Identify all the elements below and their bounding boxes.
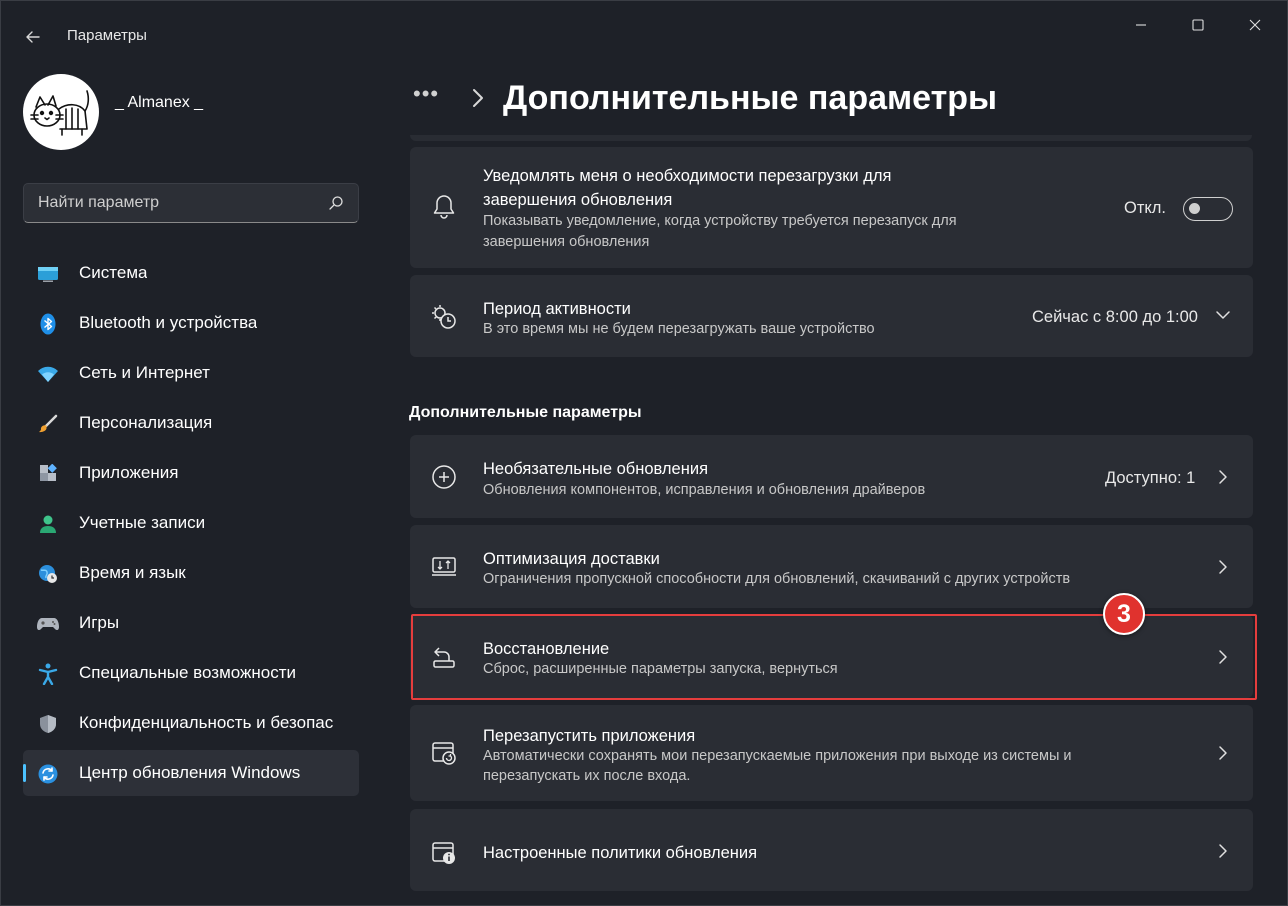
wifi-icon	[37, 363, 59, 385]
sidebar-item-label: Сеть и Интернет	[79, 363, 210, 382]
brush-icon	[37, 413, 59, 435]
sidebar-item-label: Система	[79, 263, 148, 282]
gamepad-icon	[37, 613, 59, 635]
chevron-right-icon	[1219, 470, 1227, 484]
card-desc: В это время мы не будем перезагружать ва…	[483, 321, 875, 337]
step-badge: 3	[1103, 593, 1145, 635]
update-policies-card[interactable]: Настроенные политики обновления	[410, 809, 1253, 891]
back-button[interactable]	[19, 23, 47, 51]
previous-card-edge	[410, 135, 1252, 141]
plus-circle-icon	[430, 463, 458, 491]
restart-apps-card[interactable]: Перезапустить приложения Автоматически с…	[410, 705, 1253, 801]
chevron-right-icon	[1219, 844, 1227, 858]
sidebar-item-gaming[interactable]: Игры	[23, 600, 359, 646]
breadcrumb-overflow-button[interactable]: •••	[413, 81, 439, 107]
sidebar-item-system[interactable]: Система	[23, 250, 359, 296]
search-icon[interactable]	[328, 195, 344, 211]
sidebar-item-privacy[interactable]: Конфиденциальность и безопас	[23, 700, 359, 746]
breadcrumb-chevron-icon	[473, 89, 483, 107]
active-hours-card[interactable]: Период активности В это время мы не буде…	[410, 275, 1253, 357]
sidebar-item-label: Игры	[79, 613, 120, 632]
back-arrow-icon	[26, 31, 40, 43]
card-desc: Сброс, расширенные параметры запуска, ве…	[483, 661, 838, 677]
sidebar-item-network[interactable]: Сеть и Интернет	[23, 350, 359, 396]
sidebar-item-personalization[interactable]: Персонализация	[23, 400, 359, 446]
sidebar-item-label: Время и язык	[79, 563, 186, 582]
card-title: Перезапустить приложения	[483, 727, 696, 745]
search-input[interactable]	[24, 184, 324, 222]
card-title-line1: Уведомлять меня о необходимости перезагр…	[483, 167, 892, 185]
toggle-knob	[1189, 203, 1200, 214]
toggle-state-label: Откл.	[1124, 199, 1167, 217]
sidebar-item-windows-update[interactable]: Центр обновления Windows	[23, 750, 359, 796]
recovery-icon	[430, 643, 458, 671]
maximize-icon	[1192, 19, 1204, 31]
sidebar-item-label: Персонализация	[79, 413, 213, 432]
sidebar-item-time-language[interactable]: Время и язык	[23, 550, 359, 596]
card-desc-line2: перезапускать их после входа.	[483, 768, 691, 784]
sidebar-item-accounts[interactable]: Учетные записи	[23, 500, 359, 546]
sidebar-nav: Система Bluetooth и устройства Сеть и Ин…	[23, 250, 359, 800]
chevron-right-icon	[1219, 650, 1227, 664]
avatar[interactable]	[23, 74, 99, 150]
active-hours-icon	[430, 303, 458, 331]
card-title: Настроенные политики обновления	[483, 844, 758, 862]
card-title-line2: завершения обновления	[483, 191, 673, 209]
sidebar-item-accessibility[interactable]: Специальные возможности	[23, 650, 359, 696]
minimize-button[interactable]	[1121, 11, 1161, 39]
apps-icon	[37, 463, 59, 485]
app-title: Параметры	[67, 27, 147, 44]
notify-restart-toggle[interactable]	[1183, 197, 1233, 221]
user-name: _ Almanex _	[115, 94, 204, 111]
card-desc: Ограничения пропускной способности для о…	[483, 571, 1071, 587]
search-box[interactable]	[23, 183, 359, 223]
card-title: Оптимизация доставки	[483, 550, 660, 568]
card-title: Период активности	[483, 300, 631, 318]
restart-apps-icon	[430, 739, 458, 767]
sidebar-item-apps[interactable]: Приложения	[23, 450, 359, 496]
bluetooth-icon	[37, 313, 59, 335]
card-desc: Обновления компонентов, исправления и об…	[483, 482, 926, 498]
page-title: Дополнительные параметры	[503, 79, 998, 117]
card-desc-line2: завершения обновления	[483, 234, 650, 250]
chevron-right-icon	[1219, 746, 1227, 760]
minimize-icon	[1136, 24, 1146, 26]
optional-updates-card[interactable]: Необязательные обновления Обновления ком…	[410, 435, 1253, 518]
section-title: Дополнительные параметры	[409, 404, 642, 421]
settings-window: Параметры _ Almanex _ Найти параметр Сис…	[0, 0, 1288, 906]
cat-avatar-icon	[30, 90, 90, 136]
card-desc-line1: Показывать уведомление, когда устройству…	[483, 213, 957, 229]
sidebar-item-label: Bluetooth и устройства	[79, 313, 258, 332]
accessibility-icon	[37, 663, 59, 685]
close-icon	[1249, 19, 1261, 31]
card-title: Необязательные обновления	[483, 460, 708, 478]
sidebar-item-label: Приложения	[79, 463, 179, 482]
sidebar-item-label: Учетные записи	[79, 513, 206, 532]
bell-icon	[430, 193, 458, 221]
globe-clock-icon	[37, 563, 59, 585]
update-policies-icon	[430, 839, 458, 867]
person-icon	[37, 513, 59, 535]
close-button[interactable]	[1235, 11, 1275, 39]
chevron-down-icon[interactable]	[1215, 307, 1231, 323]
windows-update-icon	[37, 763, 59, 785]
sidebar-item-label: Конфиденциальность и безопас	[79, 713, 334, 732]
card-desc-line1: Автоматически сохранять мои перезапускае…	[483, 748, 1072, 764]
title-bar: Параметры	[1, 1, 1287, 47]
sidebar-item-label: Центр обновления Windows	[79, 763, 301, 782]
delivery-optimization-icon	[430, 553, 458, 581]
sidebar-item-label: Специальные возможности	[79, 663, 297, 682]
card-title: Восстановление	[483, 640, 610, 658]
chevron-right-icon	[1219, 560, 1227, 574]
maximize-button[interactable]	[1178, 11, 1218, 39]
optional-updates-count: Доступно: 1	[1105, 469, 1196, 487]
active-hours-value: Сейчас с 8:00 до 1:00	[1032, 308, 1198, 326]
system-icon	[37, 263, 59, 285]
notify-restart-card: Уведомлять меня о необходимости перезагр…	[410, 147, 1253, 268]
shield-icon	[37, 713, 59, 735]
sidebar-item-bluetooth[interactable]: Bluetooth и устройства	[23, 300, 359, 346]
